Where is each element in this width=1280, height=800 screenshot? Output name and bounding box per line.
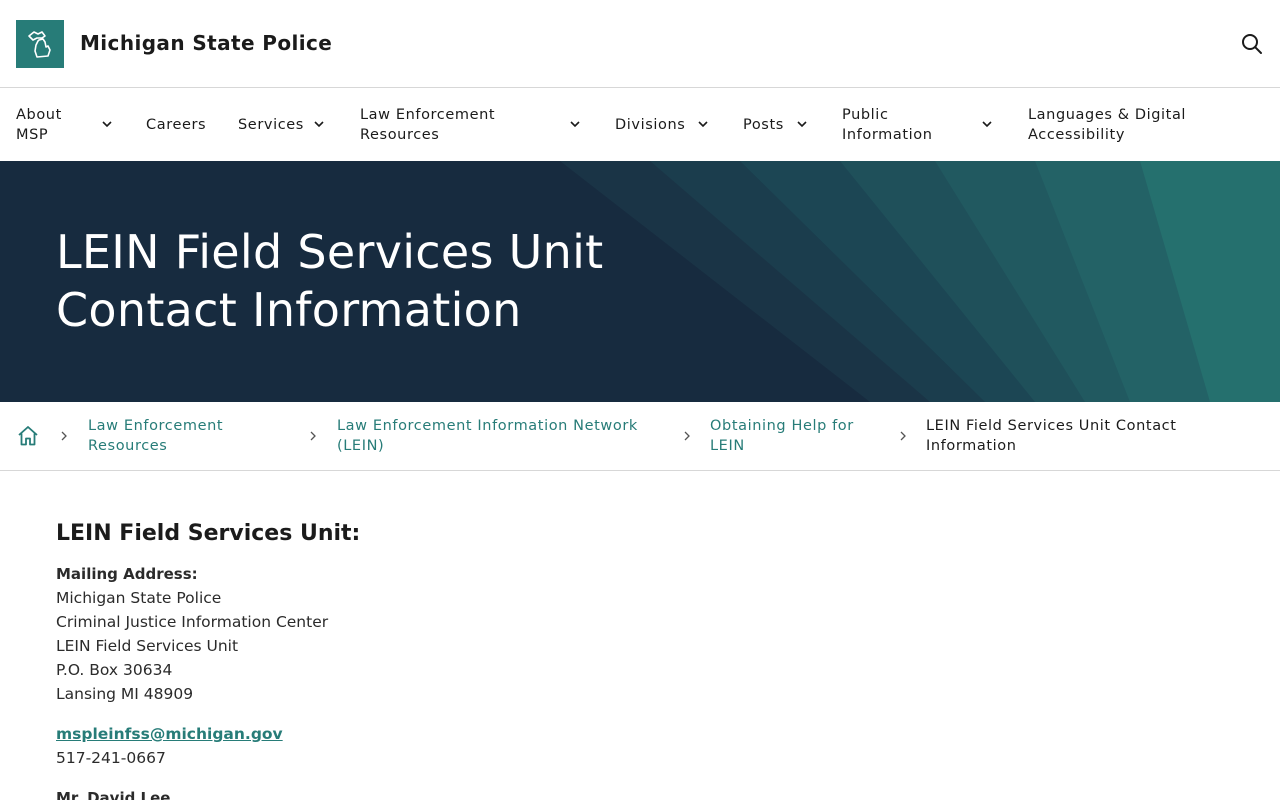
chevron-down-icon [102,121,112,128]
address-line: LEIN Field Services Unit [56,637,239,655]
main-nav: About MSP Careers Services Law Enforceme… [0,89,1280,161]
michigan-map-icon[interactable] [16,20,64,68]
mailing-address-label: Mailing Address: [56,565,198,583]
address-line: Criminal Justice Information Center [56,613,329,631]
nav-label: Services [238,117,304,133]
hero-banner: LEIN Field Services Unit Contact Informa… [0,161,1280,402]
mailing-address: Michigan State Police Criminal Justice I… [56,586,1226,706]
nav-item-services[interactable]: Services [238,89,330,161]
email-link[interactable]: mspleinfss@michigan.gov [56,722,283,746]
section-heading: LEIN Field Services Unit: [56,521,361,546]
search-icon[interactable] [1240,32,1264,56]
address-line: P.O. Box 30634 [56,661,173,679]
address-line: Michigan State Police [56,589,222,607]
nav-item-public-information[interactable]: Public Information [842,89,998,161]
nav-label: Languages & Digital Accessibility [1028,107,1187,143]
breadcrumb: Law Enforcement Resources Law Enforcemen… [0,402,1280,471]
chevron-down-icon [797,121,807,128]
breadcrumb-law-enforcement-resources[interactable]: Law Enforcement Resources [88,416,288,456]
chevron-down-icon [570,121,580,128]
nav-item-careers[interactable]: Careers [146,89,216,161]
breadcrumb-lein[interactable]: Law Enforcement Information Network (LEI… [337,416,667,456]
chevron-down-icon [314,121,324,128]
site-title[interactable]: Michigan State Police [80,31,332,55]
nav-label: Law Enforcement Resources [360,107,496,143]
phone-number: 517-241-0667 [56,749,166,767]
nav-item-about-msp[interactable]: About MSP [16,89,116,161]
nav-item-languages-accessibility[interactable]: Languages & Digital Accessibility [1028,89,1228,161]
chevron-right-icon [61,431,67,441]
home-icon[interactable] [16,424,40,448]
breadcrumb-obtaining-help[interactable]: Obtaining Help for LEIN [710,416,880,456]
site-header: Michigan State Police [0,0,1280,88]
address-line: Lansing MI 48909 [56,685,194,703]
chevron-down-icon [982,121,992,128]
nav-label: Careers [146,117,207,133]
chevron-down-icon [698,121,708,128]
page-title: LEIN Field Services Unit Contact Informa… [56,225,604,337]
nav-item-posts[interactable]: Posts [743,89,813,161]
nav-label: Public Information [842,107,933,143]
nav-label: About MSP [16,107,62,143]
main-content: LEIN Field Services Unit: Mailing Addres… [56,518,1226,800]
chevron-right-icon [684,431,690,441]
breadcrumb-current-page: LEIN Field Services Unit Contact Informa… [926,418,1177,454]
chevron-right-icon [310,431,316,441]
chevron-right-icon [900,431,906,441]
nav-item-law-enforcement-resources[interactable]: Law Enforcement Resources [360,89,586,161]
nav-item-divisions[interactable]: Divisions [615,89,715,161]
contact-name: Mr. David Lee [56,789,171,800]
nav-label: Divisions [615,117,686,133]
nav-label: Posts [743,117,784,133]
